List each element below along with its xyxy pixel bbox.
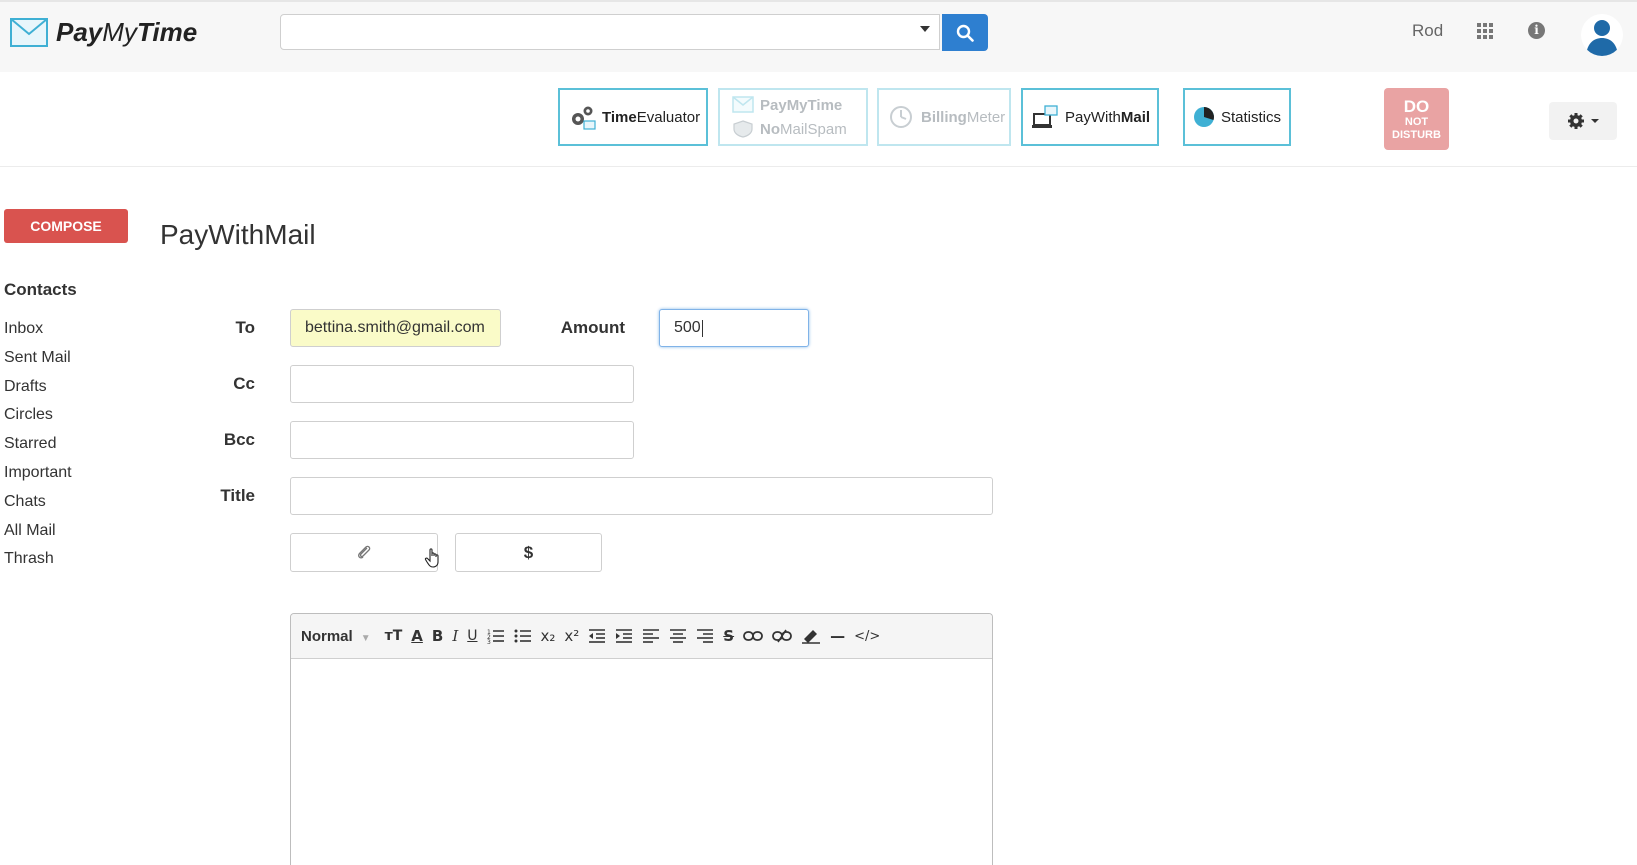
app-tile-pay-with-mail[interactable]: PayWithMail [1021, 88, 1159, 146]
cc-label: Cc [233, 374, 255, 393]
align-center-icon[interactable] [669, 625, 687, 647]
folder-item-starred[interactable]: Starred [4, 433, 72, 462]
to-field[interactable]: bettina.smith@gmail.com [290, 309, 501, 347]
link-icon[interactable] [743, 625, 763, 647]
shield-icon [733, 120, 753, 138]
pie-chart-icon [1194, 107, 1214, 127]
superscript-icon[interactable]: x² [564, 625, 579, 647]
align-left-icon[interactable] [642, 625, 660, 647]
clock-icon [890, 106, 912, 128]
user-name[interactable]: Rod [1412, 21, 1443, 41]
bold-icon[interactable]: B [432, 625, 443, 647]
folder-list: Inbox Sent Mail Drafts Circles Starred I… [4, 318, 72, 577]
search-dropdown-icon[interactable] [920, 26, 930, 32]
folder-item-all-mail[interactable]: All Mail [4, 520, 72, 549]
brand-name: PayMyTime [56, 16, 198, 47]
title-label: Title [220, 486, 255, 505]
editor-toolbar: Normal ▼ тT A B I U 123 x₂ x² S — </> [291, 614, 992, 659]
subscript-icon[interactable]: x₂ [541, 625, 556, 647]
folder-item-thrash[interactable]: Thrash [4, 548, 72, 577]
horizontal-rule-icon[interactable]: — [830, 625, 845, 647]
envelope-icon [732, 96, 754, 113]
laptop-mail-icon [1032, 105, 1058, 128]
paperclip-icon [358, 545, 371, 558]
cc-field[interactable] [290, 365, 634, 403]
font-size-icon[interactable]: тT [385, 625, 403, 647]
hand-cursor-icon [424, 548, 439, 568]
bullet-list-icon[interactable] [514, 625, 532, 647]
dnd-label: NOT [1404, 115, 1429, 128]
amount-value: 500 [674, 319, 701, 336]
app-tile-row: PayMyTime [732, 93, 842, 117]
editor-body[interactable] [291, 659, 992, 865]
app-tile-label: PayMyTime [760, 96, 843, 114]
app-tile-label: Statistics [1221, 108, 1282, 126]
font-color-icon[interactable]: A [411, 625, 423, 647]
folder-item-inbox[interactable]: Inbox [4, 318, 72, 347]
amount-field[interactable]: 500 [659, 309, 809, 347]
message-editor: Normal ▼ тT A B I U 123 x₂ x² S — </> [290, 613, 993, 865]
app-tile-paymytime-nomailspam[interactable]: PayMyTime NoMailSpam [718, 88, 868, 146]
envelope-logo-icon [10, 18, 48, 47]
to-label: To [235, 318, 255, 337]
app-logo[interactable]: PayMyTime [10, 14, 220, 50]
dnd-label: DISTURB [1392, 128, 1441, 141]
info-icon[interactable]: i [1528, 22, 1545, 39]
svg-text:3: 3 [487, 639, 491, 644]
indent-icon[interactable] [615, 625, 633, 647]
app-tile-statistics[interactable]: Statistics [1183, 88, 1291, 146]
strikethrough-icon[interactable]: S [723, 625, 734, 647]
app-tile-billing-meter[interactable]: BillingMeter [877, 88, 1011, 146]
gear-icon [1567, 113, 1584, 129]
underline-icon[interactable]: U [467, 625, 477, 647]
italic-icon[interactable]: I [452, 625, 458, 647]
do-not-disturb-button[interactable]: DO NOT DISTURB [1384, 88, 1449, 150]
format-select[interactable]: Normal ▼ [301, 628, 371, 645]
bcc-label: Bcc [223, 430, 255, 449]
highlight-icon[interactable] [801, 625, 821, 647]
amount-label: Amount [560, 318, 625, 337]
app-tile-row: NoMailSpam [732, 117, 847, 141]
chevron-down-icon [1590, 119, 1599, 123]
code-icon[interactable]: </> [854, 625, 880, 647]
align-right-icon[interactable] [696, 625, 714, 647]
dnd-label: DO [1403, 96, 1430, 116]
folder-item-circles[interactable]: Circles [4, 404, 72, 433]
page-title: PayWithMail [160, 219, 316, 250]
app-tile-label: PayWithMail [1065, 108, 1151, 126]
folder-item-drafts[interactable]: Drafts [4, 376, 72, 405]
compose-button[interactable]: COMPOSE [4, 209, 128, 243]
title-field[interactable] [290, 477, 993, 515]
bcc-field[interactable] [290, 421, 634, 459]
format-select-value: Normal [301, 627, 353, 645]
settings-button[interactable] [1549, 102, 1617, 140]
text-caret [701, 319, 703, 337]
ordered-list-icon[interactable]: 123 [487, 625, 505, 647]
app-tile-label: TimeEvaluator [602, 108, 701, 126]
avatar[interactable] [1581, 14, 1623, 56]
search-icon [956, 24, 974, 42]
folder-item-important[interactable]: Important [4, 462, 72, 491]
add-payment-button[interactable]: $ [455, 533, 602, 572]
apps-grid-icon[interactable] [1477, 23, 1493, 39]
chevron-down-icon: ▼ [360, 632, 371, 644]
gears-icon [572, 106, 596, 130]
folder-item-sent-mail[interactable]: Sent Mail [4, 347, 72, 376]
user-avatar-icon [1586, 20, 1618, 56]
search-button[interactable] [942, 14, 988, 51]
search-input[interactable] [280, 14, 940, 50]
attach-button[interactable] [290, 533, 438, 572]
app-tile-label: BillingMeter [921, 108, 1006, 126]
folder-item-chats[interactable]: Chats [4, 491, 72, 520]
app-tile-label: NoMailSpam [760, 120, 847, 138]
outdent-icon[interactable] [588, 625, 606, 647]
app-tile-time-evaluator[interactable]: TimeEvaluator [558, 88, 708, 146]
unlink-icon[interactable] [772, 625, 792, 647]
contacts-heading[interactable]: Contacts [4, 280, 77, 300]
